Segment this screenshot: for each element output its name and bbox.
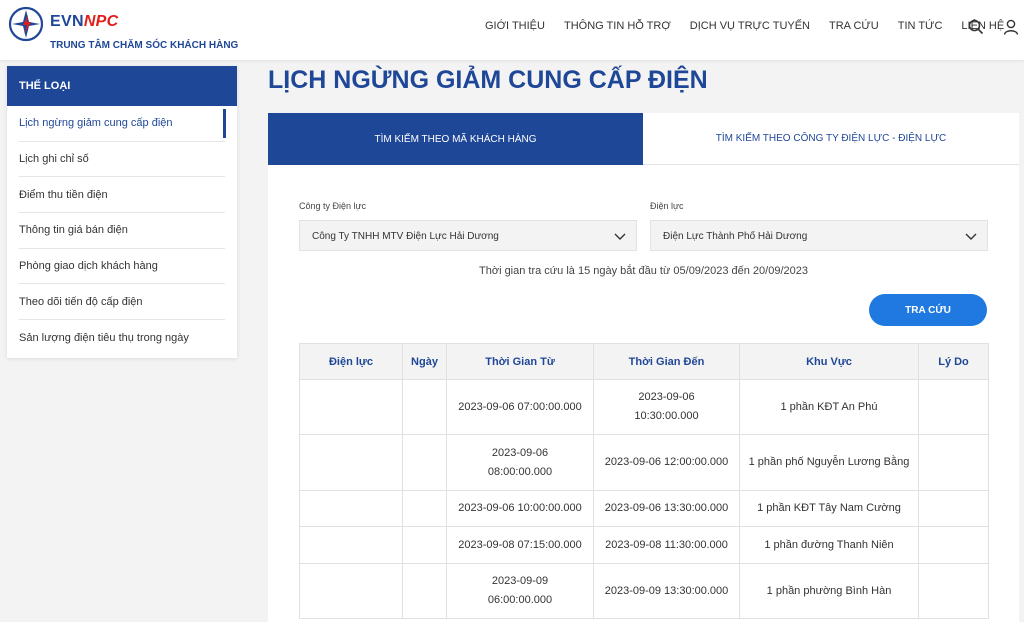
unit-select[interactable]: Điện Lực Thành Phố Hải Dương	[650, 220, 988, 251]
nav-tra-cuu[interactable]: TRA CỨU	[829, 20, 879, 32]
sidebar-item-gia-ban-dien[interactable]: Thông tin giá bán điện	[19, 213, 225, 249]
cell-thoi-gian-den: 2023-09-09 13:30:00.000	[593, 563, 740, 619]
sidebar-item-lich-ngung-giam[interactable]: Lịch ngừng giảm cung cấp điện	[19, 106, 226, 142]
sidebar-item-lich-ghi-chi-so[interactable]: Lịch ghi chỉ số	[19, 142, 225, 178]
cell-ly-do	[918, 434, 989, 491]
company-label: Công ty Điện lực	[299, 201, 367, 211]
cell-thoi-gian-den: 2023-09-06 10:30:00.000	[593, 379, 740, 435]
cell-thoi-gian-den: 2023-09-08 11:30:00.000	[593, 526, 740, 564]
unit-label: Điện lực	[650, 201, 684, 211]
main-nav: GIỚI THIỆU THÔNG TIN HỖ TRỢ DỊCH VỤ TRỰC…	[485, 20, 1023, 32]
cell-thoi-gian-tu: 2023-09-06 07:00:00.000	[446, 379, 594, 435]
nav-thong-tin-ho-tro[interactable]: THÔNG TIN HỖ TRỢ	[564, 20, 671, 32]
cell-ngay	[402, 379, 447, 435]
cell-ngay	[402, 563, 447, 619]
page-title: LỊCH NGỪNG GIẢM CUNG CẤP ĐIỆN	[268, 66, 708, 94]
nav-dich-vu-truc-tuyen[interactable]: DỊCH VỤ TRỰC TUYẾN	[690, 20, 810, 32]
sidebar-item-diem-thu-tien-dien[interactable]: Điểm thu tiền điện	[19, 177, 225, 214]
user-icon[interactable]	[1003, 19, 1019, 35]
search-panel: TÌM KIẾM THEO MÃ KHÁCH HÀNG TÌM KIẾM THE…	[268, 113, 1019, 622]
cell-khu-vuc: 1 phần KĐT An Phú	[739, 379, 919, 435]
cell-thoi-gian-tu: 2023-09-06 08:00:00.000	[446, 434, 594, 491]
col-dien-luc: Điện lực	[299, 343, 403, 380]
chevron-down-icon	[614, 233, 626, 240]
search-button[interactable]: TRA CỨU	[869, 294, 987, 326]
brand-subtitle: TRUNG TÂM CHĂM SÓC KHÁCH HÀNG	[50, 40, 239, 51]
site-header: EVNNPC TRUNG TÂM CHĂM SÓC KHÁCH HÀNG GIỚ…	[0, 0, 1024, 60]
cell-ngay	[402, 434, 447, 491]
table-row: 2023-09-08 07:15:00.000 2023-09-08 11:30…	[299, 526, 989, 564]
cell-thoi-gian-tu: 2023-09-06 10:00:00.000	[446, 490, 594, 527]
category-sidebar: THỂ LOẠI Lịch ngừng giảm cung cấp điện L…	[7, 66, 237, 358]
search-range-note: Thời gian tra cứu là 15 ngày bắt đầu từ …	[479, 265, 808, 277]
tab-search-by-customer[interactable]: TÌM KIẾM THEO MÃ KHÁCH HÀNG	[268, 113, 643, 165]
col-ly-do: Lý Do	[918, 343, 989, 380]
table-header-row: Điện lực Ngày Thời Gian Từ Thời Gian Đến…	[299, 343, 989, 380]
cell-ly-do	[918, 379, 989, 435]
col-ngay: Ngày	[402, 343, 447, 380]
cell-khu-vuc: 1 phần KĐT Tây Nam Cường	[739, 490, 919, 527]
col-thoi-gian-tu: Thời Gian Từ	[446, 343, 594, 380]
col-khu-vuc: Khu Vực	[739, 343, 919, 380]
table-row: 2023-09-06 07:00:00.000 2023-09-06 10:30…	[299, 379, 989, 435]
nav-gioi-thieu[interactable]: GIỚI THIỆU	[485, 20, 545, 32]
cell-thoi-gian-tu: 2023-09-09 06:00:00.000	[446, 563, 594, 619]
company-select[interactable]: Công Ty TNHH MTV Điện Lực Hải Dương	[299, 220, 637, 251]
table-row: 2023-09-06 10:00:00.000 2023-09-06 13:30…	[299, 490, 989, 527]
evn-logo-icon[interactable]	[8, 6, 44, 42]
sidebar-item-san-luong-dien[interactable]: Sản lượng điện tiêu thụ trong ngày	[19, 320, 225, 356]
cell-khu-vuc: 1 phần đường Thanh Niên	[739, 526, 919, 564]
cell-ly-do	[918, 490, 989, 527]
cell-ngay	[402, 526, 447, 564]
unit-select-value: Điện Lực Thành Phố Hải Dương	[663, 231, 808, 242]
cell-dien-luc	[299, 434, 403, 491]
cell-dien-luc	[299, 379, 403, 435]
cell-thoi-gian-den: 2023-09-06 12:00:00.000	[593, 434, 740, 491]
table-row: 2023-09-06 08:00:00.000 2023-09-06 12:00…	[299, 434, 989, 491]
cell-thoi-gian-tu: 2023-09-08 07:15:00.000	[446, 526, 594, 564]
cell-ly-do	[918, 563, 989, 619]
nav-tin-tuc[interactable]: TIN TỨC	[898, 20, 943, 32]
cell-ly-do	[918, 526, 989, 564]
cell-ngay	[402, 490, 447, 527]
tab-search-by-company[interactable]: TÌM KIẾM THEO CÔNG TY ĐIỆN LỰC - ĐIỆN LỰ…	[643, 113, 1019, 165]
sidebar-item-tien-do-cap-dien[interactable]: Theo dõi tiến độ cấp điện	[19, 284, 225, 321]
brand-name[interactable]: EVNNPC	[50, 13, 119, 31]
cell-dien-luc	[299, 563, 403, 619]
cell-dien-luc	[299, 526, 403, 564]
sidebar-item-phong-giao-dich[interactable]: Phòng giao dịch khách hàng	[19, 249, 225, 285]
sidebar-title: THỂ LOẠI	[7, 66, 237, 106]
chevron-down-icon	[965, 233, 977, 240]
outage-schedule-table: Điện lực Ngày Thời Gian Từ Thời Gian Đến…	[299, 343, 989, 619]
cell-khu-vuc: 1 phần phường Bình Hàn	[739, 563, 919, 619]
cell-khu-vuc: 1 phần phố Nguyễn Lương Bằng	[739, 434, 919, 491]
table-row: 2023-09-09 06:00:00.000 2023-09-09 13:30…	[299, 563, 989, 619]
search-icon[interactable]	[968, 19, 984, 35]
company-select-value: Công Ty TNHH MTV Điện Lực Hải Dương	[312, 231, 499, 242]
col-thoi-gian-den: Thời Gian Đến	[593, 343, 740, 380]
cell-thoi-gian-den: 2023-09-06 13:30:00.000	[593, 490, 740, 527]
cell-dien-luc	[299, 490, 403, 527]
